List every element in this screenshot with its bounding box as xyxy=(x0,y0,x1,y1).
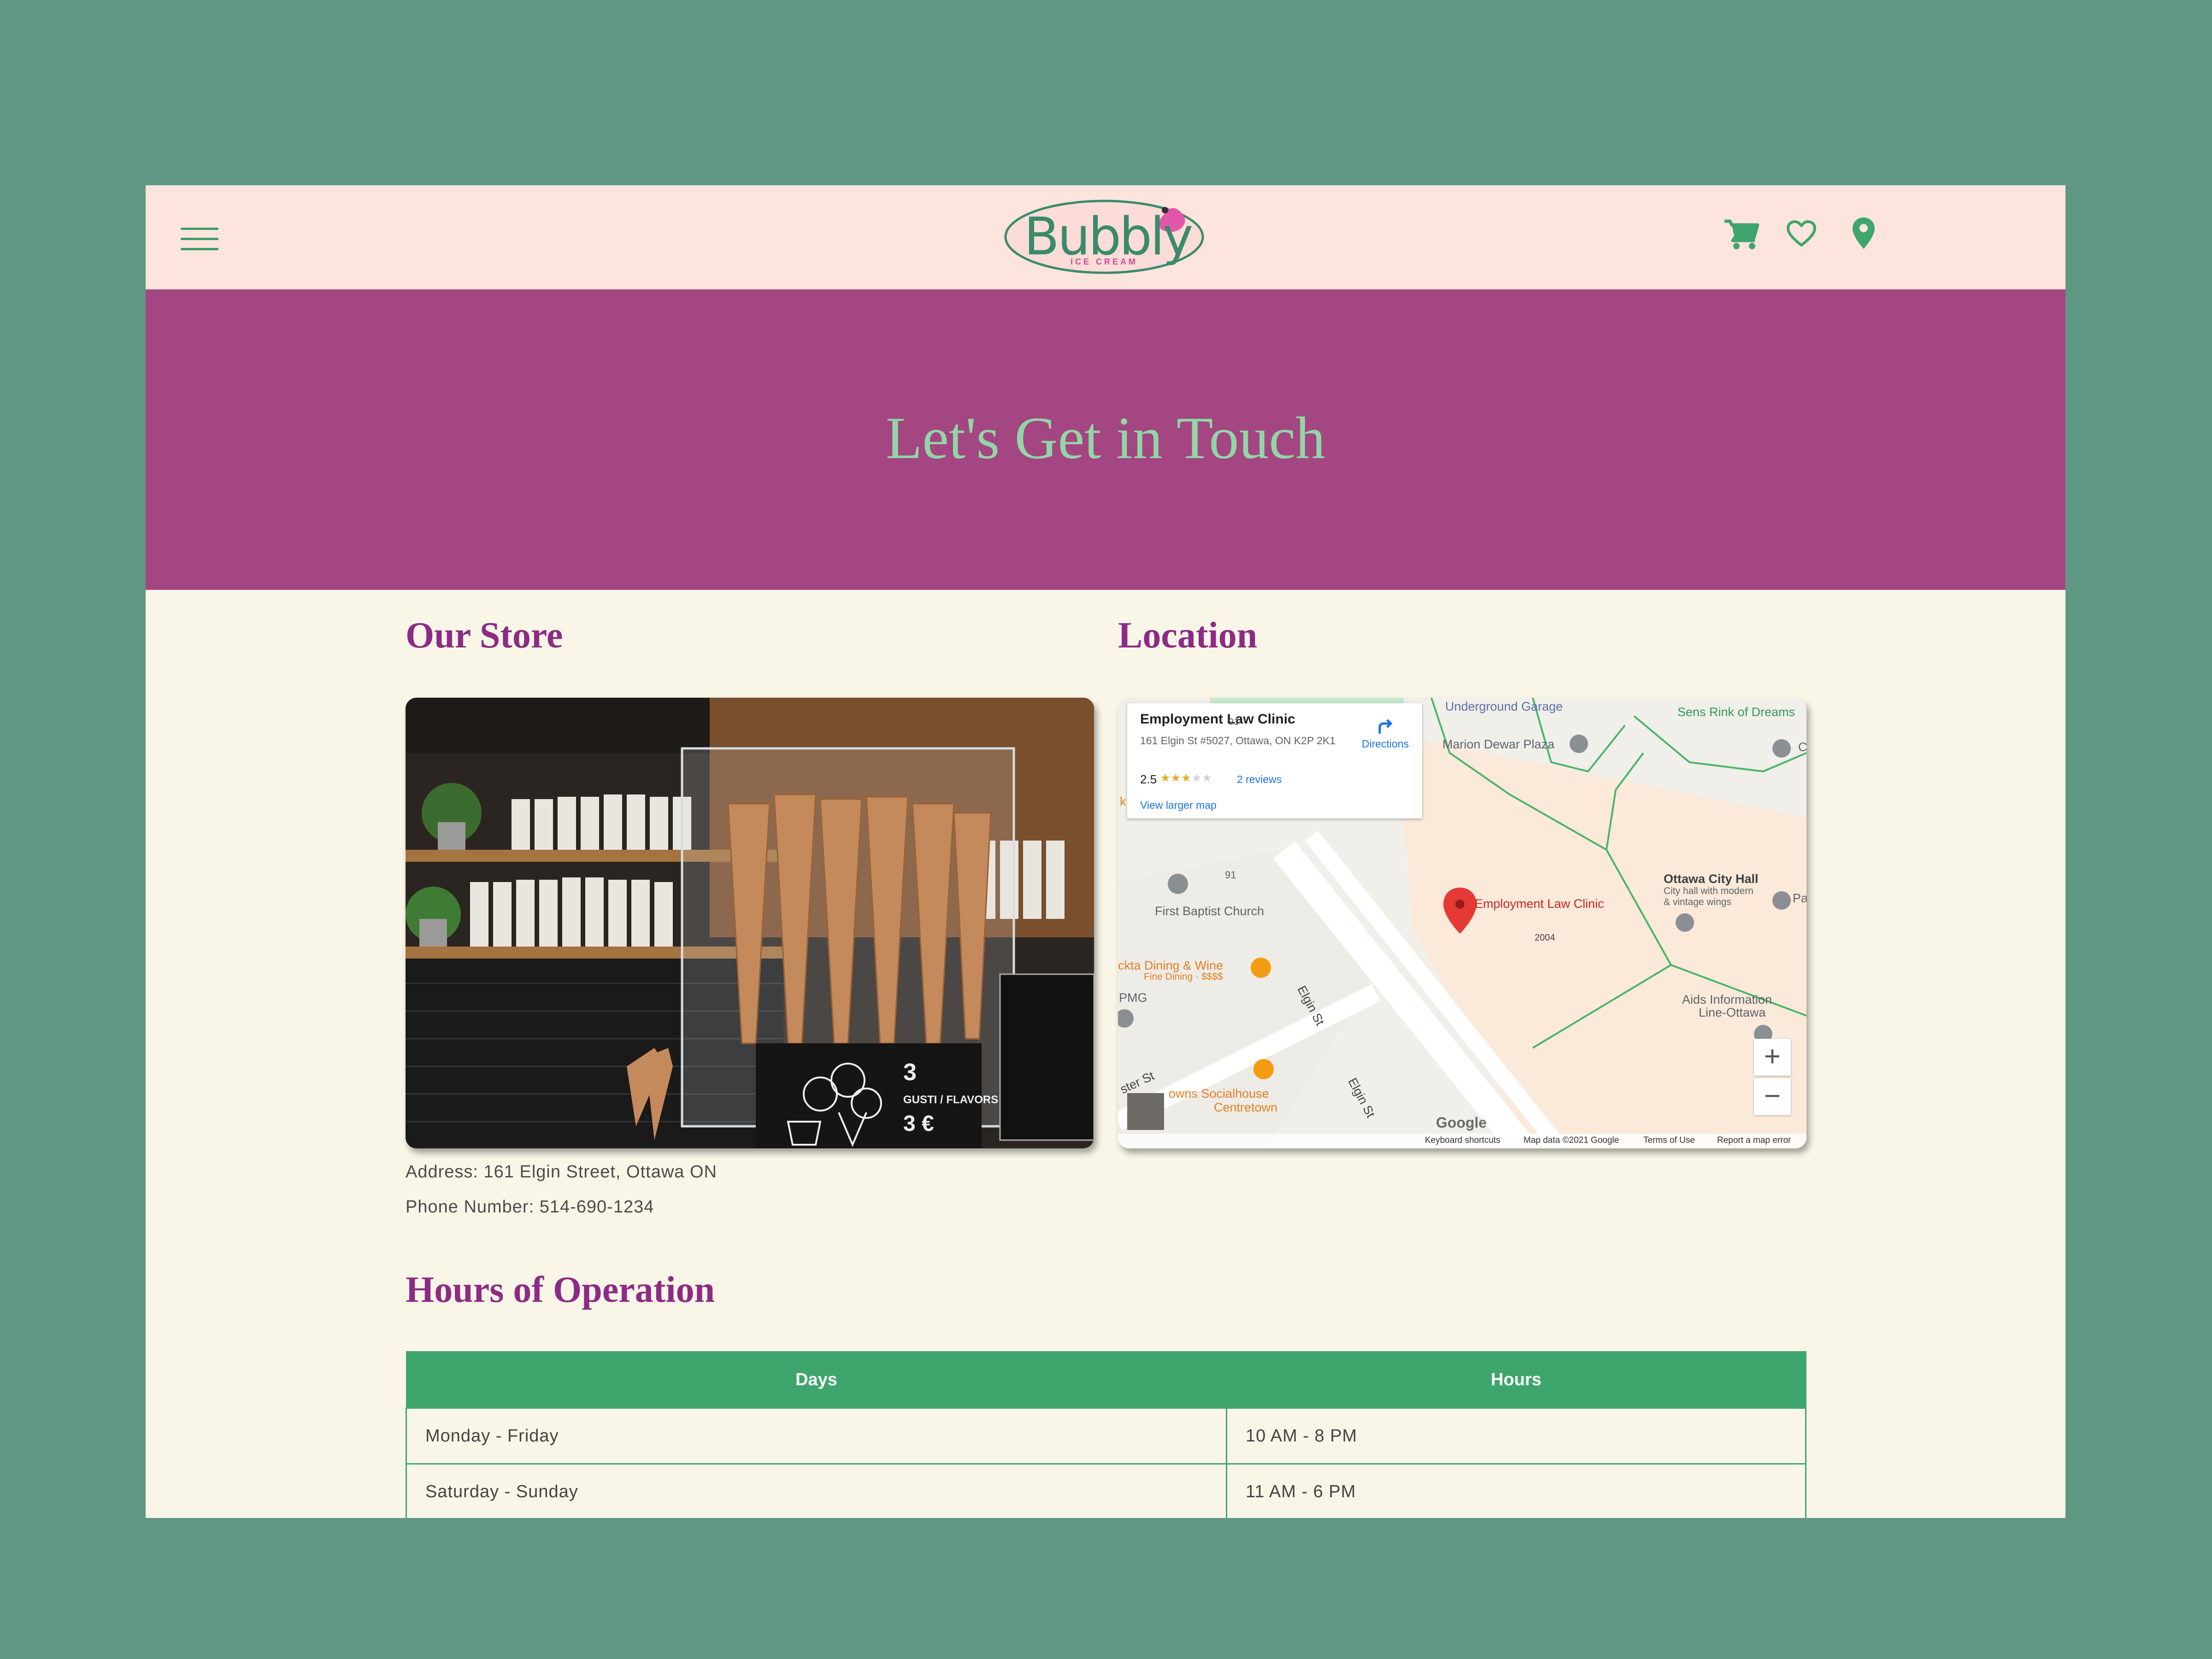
top-navigation-bar: Bubbly ICE CREAM xyxy=(146,185,2065,289)
hours-table: Days Hours Monday - Friday 10 AM - 8 PM … xyxy=(406,1351,1806,1518)
embedded-map[interactable]: Employment Law Clinic 161 Elgin St #5027… xyxy=(1118,698,1806,1148)
place-name: Employment Law Clinic xyxy=(1140,712,1295,727)
map-pin-icon[interactable] xyxy=(1852,217,1876,252)
map-label-dining: ckta Dining & Wine xyxy=(1118,959,1224,972)
our-store-heading: Our Store xyxy=(406,615,563,656)
map-label-2004: 2004 xyxy=(1535,933,1555,943)
map-label-ci: Ci xyxy=(1798,740,1806,754)
terms-link[interactable]: Terms of Use xyxy=(1643,1135,1695,1146)
logo-wordmark: Bubbly xyxy=(1024,207,1193,267)
directions-icon xyxy=(1378,719,1393,734)
heart-icon[interactable] xyxy=(1786,220,1817,250)
cart-icon[interactable] xyxy=(1724,218,1760,253)
map-label-sens: Sens Rink of Dreams xyxy=(1677,705,1795,719)
store-address: Address: 161 Elgin Street, Ottawa ON xyxy=(406,1162,717,1182)
directions-label: Directions xyxy=(1361,738,1409,750)
zoom-out-button[interactable]: − xyxy=(1754,1078,1791,1115)
map-label-clinic: Employment Law Clinic xyxy=(1475,897,1604,911)
zoom-in-button[interactable]: + xyxy=(1754,1039,1791,1076)
map-label-k: k xyxy=(1120,794,1126,808)
map-label-first-baptist: First Baptist Church xyxy=(1155,904,1265,918)
table-row: Saturday - Sunday 11 AM - 6 PM xyxy=(406,1463,1806,1518)
logo-subtitle: ICE CREAM xyxy=(1070,257,1138,266)
map-label-aids2: Line-Ottawa xyxy=(1699,1006,1766,1019)
map-data-text: Map data ©2021 Google xyxy=(1524,1135,1619,1145)
page-title: Let's Get in Touch xyxy=(885,405,1326,471)
hamburger-menu-icon[interactable] xyxy=(181,228,218,251)
sign-number: 3 xyxy=(903,1059,917,1086)
rating-stars-icon: ★★★★★ xyxy=(1160,772,1212,784)
map-label-dining-sub: Fine Dining · $$$$ xyxy=(1144,971,1223,982)
directions-button[interactable]: Directions xyxy=(1358,717,1413,750)
place-info-card: Employment Law Clinic 161 Elgin St #5027… xyxy=(1127,703,1422,818)
days-cell: Saturday - Sunday xyxy=(406,1463,1227,1518)
map-label-aids1: Aids Information xyxy=(1682,993,1772,1006)
report-error-link[interactable]: Report a map error xyxy=(1717,1135,1791,1146)
reviews-link[interactable]: 2 reviews xyxy=(1237,773,1282,786)
map-label-pmg: PMG xyxy=(1119,991,1147,1005)
store-phone: Phone Number: 514-690-1234 xyxy=(406,1197,654,1217)
place-address: 161 Elgin St #5027, Ottawa, ON K2P 2K1 xyxy=(1140,735,1336,747)
bubbly-logo[interactable]: Bubbly ICE CREAM xyxy=(1003,197,1206,276)
table-row: Monday - Friday 10 AM - 8 PM xyxy=(406,1407,1806,1465)
map-label-road91: 91 xyxy=(1225,869,1236,881)
hours-cell: 10 AM - 8 PM xyxy=(1226,1407,1806,1465)
view-larger-map-link[interactable]: View larger map xyxy=(1140,799,1217,812)
location-heading: Location xyxy=(1118,615,1258,656)
place-rating: 2.5 xyxy=(1140,772,1157,786)
hours-heading: Hours of Operation xyxy=(406,1270,715,1310)
store-photo: 3 GUSTI / FLAVORS 3 € xyxy=(406,698,1094,1148)
days-cell: Monday - Friday xyxy=(406,1407,1227,1465)
browser-page: Bubbly ICE CREAM Let's Get in Touch Our … xyxy=(146,185,2065,1518)
map-label-underground: Underground Garage xyxy=(1445,700,1563,713)
hero-banner: Let's Get in Touch xyxy=(146,289,2065,590)
map-label-pa: Pa xyxy=(1793,891,1806,905)
keyboard-shortcuts-link[interactable]: Keyboard shortcuts xyxy=(1425,1135,1500,1146)
map-label-socialhouse2: Centretown xyxy=(1214,1100,1278,1114)
map-label-socialhouse1: owns Socialhouse xyxy=(1169,1087,1269,1100)
map-label-cityhall-desc2: & vintage wings xyxy=(1664,897,1732,907)
column-header-hours: Hours xyxy=(1226,1351,1806,1409)
map-label-cityhall-desc1: City hall with modern xyxy=(1664,886,1753,896)
sign-price: 3 € xyxy=(903,1112,934,1136)
google-logo: Google xyxy=(1436,1114,1487,1131)
sign-flavors: GUSTI / FLAVORS xyxy=(903,1094,998,1106)
hours-cell: 11 AM - 6 PM xyxy=(1226,1463,1806,1518)
map-label-road91b: 91 xyxy=(1229,717,1239,727)
map-label-cityhall: Ottawa City Hall xyxy=(1664,872,1759,886)
column-header-days: Days xyxy=(406,1351,1227,1409)
map-attribution-bar: Keyboard shortcuts Map data ©2021 Google… xyxy=(1118,1134,1806,1148)
map-label-marion: Marion Dewar Plaza xyxy=(1442,737,1555,751)
